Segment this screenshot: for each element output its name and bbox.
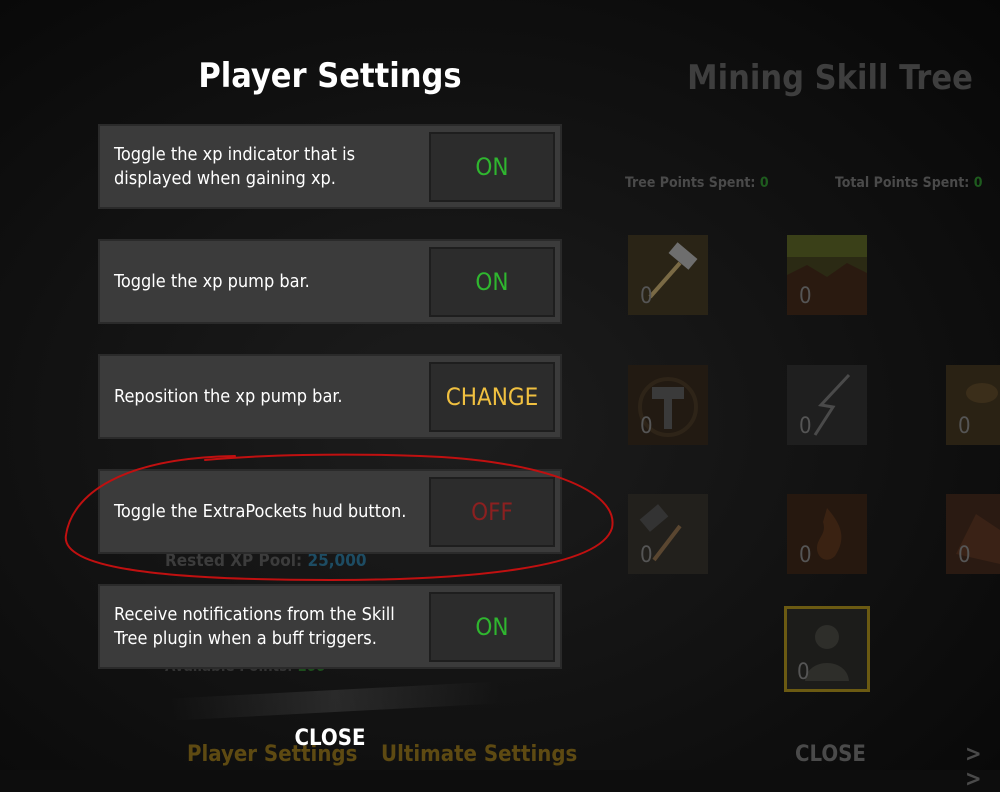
red-circle-annotation xyxy=(64,453,614,582)
annotation-stroke xyxy=(64,453,614,582)
